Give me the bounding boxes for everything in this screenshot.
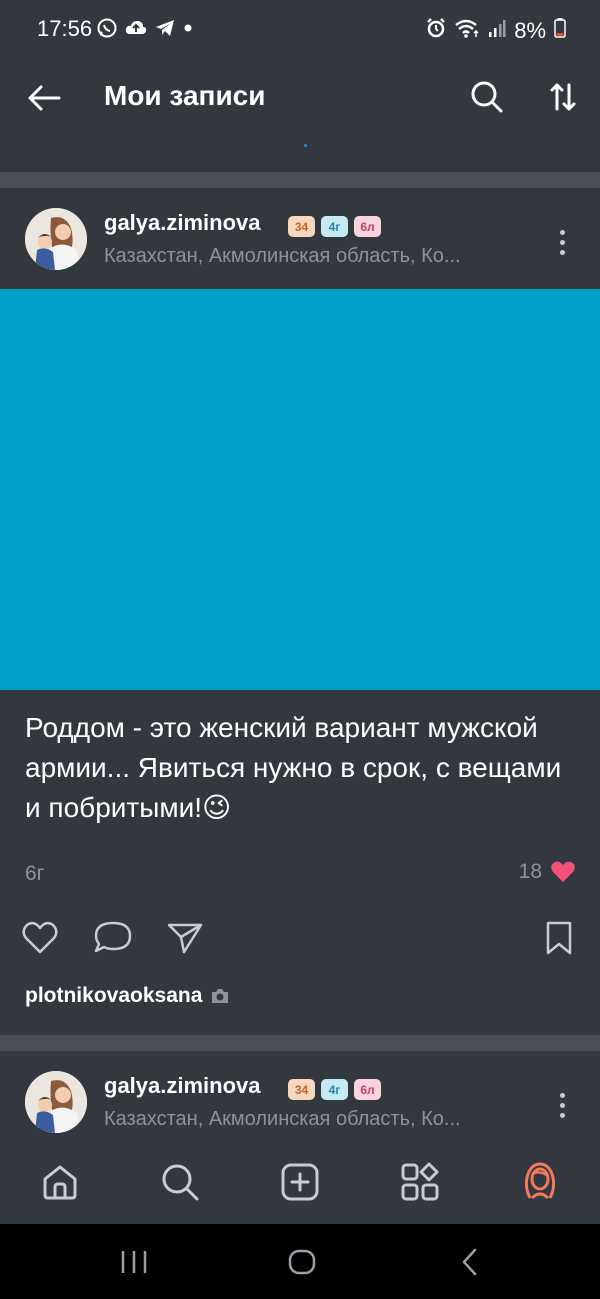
nav-add[interactable] — [276, 1158, 324, 1206]
profile-icon — [524, 1162, 556, 1200]
recent-apps-button[interactable] — [104, 1242, 164, 1282]
liked-by[interactable]: plotnikovaoksana — [25, 984, 230, 1008]
feed-separator — [0, 1035, 600, 1051]
likes-count: 18 — [518, 860, 542, 883]
nav-home[interactable] — [36, 1158, 84, 1206]
battery-icon — [554, 17, 566, 44]
avatar-photo — [25, 208, 87, 270]
child-age-badge: 4г — [321, 216, 348, 237]
more-vertical-icon — [559, 1092, 565, 1098]
bottom-navigation — [0, 1142, 600, 1224]
post-header: galya.ziminova 34 4г 6л Казахстан, Акмол… — [0, 1051, 600, 1151]
bookmark-button[interactable] — [537, 916, 581, 960]
liker-username[interactable]: plotnikovaoksana — [25, 984, 202, 1008]
post-actions — [0, 912, 600, 962]
status-bar: 17:56 8% — [0, 0, 600, 58]
avatar[interactable] — [25, 1071, 87, 1133]
nav-services[interactable] — [396, 1158, 444, 1206]
page-title: Мои записи — [104, 80, 266, 111]
status-system-icons: 8% — [426, 17, 566, 44]
whatsapp-icon — [96, 17, 118, 44]
comment-icon — [94, 921, 132, 953]
nav-profile[interactable] — [516, 1158, 564, 1206]
post-location: Казахстан, Акмолинская область, Ко... — [104, 1108, 461, 1130]
back-nav-button[interactable] — [440, 1242, 500, 1282]
age-badge: 34 — [288, 216, 315, 237]
cloud-upload-icon — [124, 17, 148, 44]
post-menu-button[interactable] — [547, 222, 577, 262]
status-time: 17:56 — [37, 16, 93, 41]
likes-summary[interactable]: 18 — [519, 860, 576, 884]
share-button[interactable] — [163, 916, 207, 960]
like-button[interactable] — [18, 916, 62, 960]
refresh-indicator — [304, 144, 307, 147]
post-location: Казахстан, Акмолинская область, Ко... — [104, 245, 461, 267]
signal-icon — [488, 17, 506, 44]
home-nav-button[interactable] — [272, 1242, 332, 1282]
sort-button[interactable] — [540, 74, 586, 120]
system-navigation-bar — [0, 1224, 600, 1299]
alarm-icon — [426, 17, 446, 44]
post-menu-button[interactable] — [547, 1085, 577, 1125]
home-icon — [43, 1165, 77, 1200]
battery-level: 8% — [514, 17, 546, 43]
more-vertical-icon — [559, 229, 565, 235]
post-age: 6г — [25, 862, 45, 885]
add-icon — [281, 1163, 319, 1201]
avatar[interactable] — [25, 208, 87, 270]
comment-button[interactable] — [91, 916, 135, 960]
bookmark-icon — [546, 921, 572, 955]
share-icon — [167, 923, 203, 954]
child-age-badge: 6л — [354, 1079, 381, 1100]
home-circle-icon — [288, 1249, 316, 1275]
post-text: Роддом - это женский вариант мужской арм… — [25, 712, 562, 823]
wifi-icon — [454, 17, 480, 44]
nav-search[interactable] — [156, 1158, 204, 1206]
feed-separator — [0, 172, 600, 188]
user-badges: 34 4г 6л — [288, 1079, 381, 1100]
back-button[interactable] — [22, 76, 66, 120]
sort-icon — [550, 83, 576, 111]
filled-heart-icon — [551, 861, 575, 882]
heart-icon — [22, 921, 58, 954]
child-age-badge: 4г — [321, 1079, 348, 1100]
back-chevron-icon — [462, 1248, 477, 1276]
back-arrow-icon — [28, 85, 61, 111]
child-age-badge: 6л — [354, 216, 381, 237]
post-header: galya.ziminova 34 4г 6л Казахстан, Акмол… — [0, 188, 600, 288]
search-icon — [162, 1164, 199, 1201]
services-icon — [401, 1162, 439, 1201]
search-button[interactable] — [464, 74, 510, 120]
post-username[interactable]: galya.ziminova — [104, 210, 261, 236]
telegram-icon — [154, 17, 176, 44]
camera-icon — [212, 989, 229, 1003]
dot-icon — [182, 17, 194, 44]
post-image[interactable] — [0, 289, 600, 690]
avatar-photo — [25, 1071, 87, 1133]
age-badge: 34 — [288, 1079, 315, 1100]
search-icon — [471, 81, 503, 113]
recent-apps-icon — [121, 1251, 147, 1273]
status-notification-icons — [96, 17, 194, 44]
user-badges: 34 4г 6л — [288, 216, 381, 237]
post-username[interactable]: galya.ziminova — [104, 1073, 261, 1099]
app-header: Мои записи — [0, 58, 600, 147]
